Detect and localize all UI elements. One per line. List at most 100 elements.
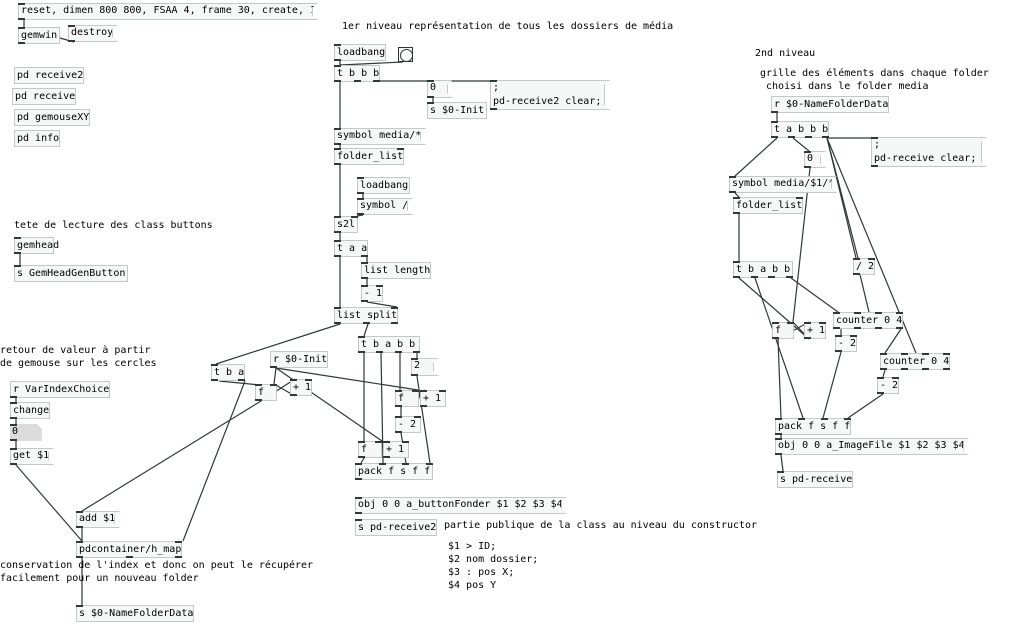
port[interactable]: [414, 416, 421, 418]
port[interactable]: [383, 456, 390, 458]
port[interactable]: [76, 526, 83, 528]
obj-box-sname[interactable]: s $0-NameFolderData: [76, 605, 194, 622]
patch-cord[interactable]: [218, 380, 261, 386]
port[interactable]: [375, 441, 382, 443]
port[interactable]: [901, 368, 908, 370]
msg-box-objbtn[interactable]: obj 0 0 a_buttonFonder $1 $2 $3 $4: [355, 497, 567, 514]
port[interactable]: [751, 276, 758, 278]
port[interactable]: [804, 337, 811, 339]
port[interactable]: [334, 128, 341, 130]
port[interactable]: [943, 353, 950, 355]
port[interactable]: [376, 351, 383, 353]
port[interactable]: [729, 191, 736, 193]
port[interactable]: [850, 335, 857, 337]
port[interactable]: [880, 353, 887, 355]
port[interactable]: [439, 390, 446, 392]
port[interactable]: [835, 335, 842, 337]
port[interactable]: [334, 148, 341, 150]
port[interactable]: [804, 151, 811, 153]
obj-box-tbabb2[interactable]: t b a b b: [733, 261, 793, 278]
obj-box-pack1[interactable]: pack f s f f: [355, 463, 433, 480]
obj-box-counter2[interactable]: counter 0 4: [880, 353, 950, 370]
port[interactable]: [427, 102, 434, 104]
port[interactable]: [334, 255, 341, 257]
port[interactable]: [305, 379, 312, 381]
pd-patch-canvas[interactable]: reset, dimen 800 800, FSAA 4, frame 30, …: [0, 0, 1018, 642]
port[interactable]: [76, 511, 83, 513]
patch-cord[interactable]: [790, 277, 839, 313]
port[interactable]: [877, 392, 884, 394]
port[interactable]: [391, 322, 398, 324]
port[interactable]: [376, 285, 383, 287]
port[interactable]: [798, 418, 805, 420]
obj-box-lb1[interactable]: loadbang: [334, 44, 386, 61]
patch-cord[interactable]: [273, 367, 277, 385]
msg-box-objimg[interactable]: obj 0 0 a_ImageFile $1 $2 $3 $4: [775, 438, 969, 455]
obj-box-rinit[interactable]: r $0-Init: [270, 351, 328, 368]
port[interactable]: [334, 307, 341, 309]
obj-box-spdrec[interactable]: s pd-receive: [777, 471, 853, 488]
port[interactable]: [10, 448, 17, 450]
port[interactable]: [413, 351, 420, 353]
port[interactable]: [411, 358, 418, 360]
port[interactable]: [819, 322, 826, 324]
port[interactable]: [411, 374, 418, 376]
msg-box-destroy[interactable]: destroy: [68, 25, 118, 42]
patch-cord[interactable]: [363, 323, 369, 337]
obj-box-fl2[interactable]: folder_list: [733, 197, 803, 214]
port[interactable]: [270, 366, 277, 368]
port[interactable]: [395, 405, 402, 407]
port[interactable]: [853, 273, 860, 275]
port[interactable]: [844, 418, 851, 420]
port[interactable]: [361, 255, 368, 257]
port[interactable]: [357, 192, 364, 194]
patch-cord[interactable]: [754, 277, 804, 419]
port[interactable]: [771, 136, 778, 138]
obj-box-rvar[interactable]: r VarIndexChoice: [10, 381, 110, 398]
port[interactable]: [76, 541, 83, 543]
port[interactable]: [871, 165, 878, 167]
patch-cord[interactable]: [884, 328, 902, 354]
port[interactable]: [426, 463, 433, 465]
port[interactable]: [805, 136, 812, 138]
port[interactable]: [397, 148, 404, 150]
port[interactable]: [175, 541, 182, 543]
port[interactable]: [775, 433, 782, 435]
port[interactable]: [922, 368, 929, 370]
port[interactable]: [804, 166, 811, 168]
port[interactable]: [775, 438, 782, 440]
msg-box-gemmsg[interactable]: reset, dimen 800 800, FSAA 4, frame 30, …: [18, 3, 318, 20]
port[interactable]: [835, 350, 842, 352]
port[interactable]: [355, 497, 362, 499]
port[interactable]: [334, 240, 341, 242]
obj-box-pdgem[interactable]: pd gemouseXY: [14, 109, 90, 126]
port[interactable]: [733, 197, 740, 199]
port[interactable]: [412, 390, 419, 392]
port[interactable]: [358, 456, 365, 458]
msg-box-clr2[interactable]: ; pd-receive2 clear;: [490, 80, 610, 110]
port[interactable]: [358, 351, 365, 353]
port[interactable]: [10, 417, 17, 419]
port[interactable]: [427, 96, 434, 98]
port[interactable]: [854, 312, 861, 314]
port[interactable]: [420, 405, 427, 407]
port[interactable]: [76, 605, 83, 607]
obj-box-listlen[interactable]: list length: [361, 262, 431, 279]
port[interactable]: [833, 312, 840, 314]
port[interactable]: [402, 441, 409, 443]
patch-cord[interactable]: [792, 137, 810, 152]
patch-cord[interactable]: [780, 454, 784, 472]
port[interactable]: [334, 231, 341, 233]
port[interactable]: [355, 478, 362, 480]
patch-cord[interactable]: [15, 464, 83, 542]
port[interactable]: [875, 312, 882, 314]
port[interactable]: [786, 276, 793, 278]
patch-cord[interactable]: [734, 137, 778, 177]
port[interactable]: [771, 121, 778, 123]
port[interactable]: [334, 59, 341, 61]
port[interactable]: [10, 424, 17, 426]
port[interactable]: [922, 353, 929, 355]
port[interactable]: [875, 327, 882, 329]
port[interactable]: [10, 396, 17, 398]
port[interactable]: [775, 418, 782, 420]
